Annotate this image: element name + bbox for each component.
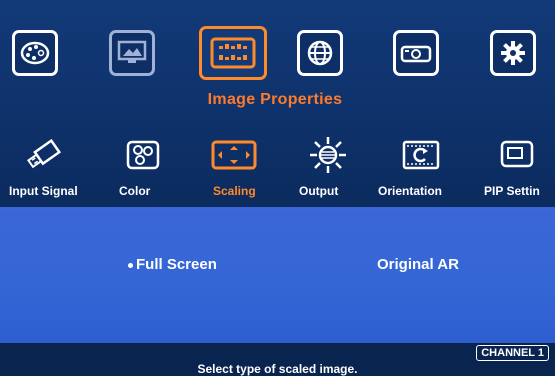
selected-bullet (128, 262, 133, 268)
status-bar: CHANNEL 1 Select type of scaled image. (0, 343, 555, 376)
pip-icon[interactable] (496, 136, 538, 174)
usb-plug-icon[interactable] (22, 136, 64, 174)
scaling-options-panel: Full Screen Original AR (0, 207, 555, 343)
rotate-icon[interactable] (400, 136, 442, 174)
sun-output-icon[interactable] (307, 136, 349, 174)
submenu-label-scaling[interactable]: Scaling (213, 184, 256, 198)
help-text: Select type of scaled image. (197, 362, 358, 376)
menu-title: Image Properties (207, 91, 343, 108)
submenu-label-input-signal[interactable]: Input Signal (9, 184, 78, 198)
channel-badge: CHANNEL 1 (476, 345, 549, 361)
submenu-label-color[interactable]: Color (119, 184, 150, 198)
option-original-ar-label: Original AR (377, 256, 459, 273)
submenu-label-pip-settings[interactable]: PIP Settin (484, 184, 540, 198)
scaling-icon[interactable] (209, 136, 259, 174)
projector-icon[interactable] (393, 30, 439, 76)
image-properties-icon[interactable] (199, 26, 267, 80)
submenu-label-output[interactable]: Output (299, 184, 338, 198)
osd-menu-screen: Image Properties Input Signal Color Scal… (0, 0, 555, 376)
globe-icon[interactable] (297, 30, 343, 76)
submenu-label-orientation[interactable]: Orientation (378, 184, 442, 198)
option-original-ar[interactable]: Original AR (377, 256, 459, 273)
monitor-image-icon[interactable] (109, 30, 155, 76)
option-full-screen-label: Full Screen (136, 256, 217, 273)
color-dials-icon[interactable] (122, 136, 164, 174)
option-full-screen[interactable]: Full Screen (128, 256, 217, 273)
palette-icon[interactable] (12, 30, 58, 76)
top-menu-row (0, 26, 555, 90)
gear-icon[interactable] (490, 30, 536, 76)
